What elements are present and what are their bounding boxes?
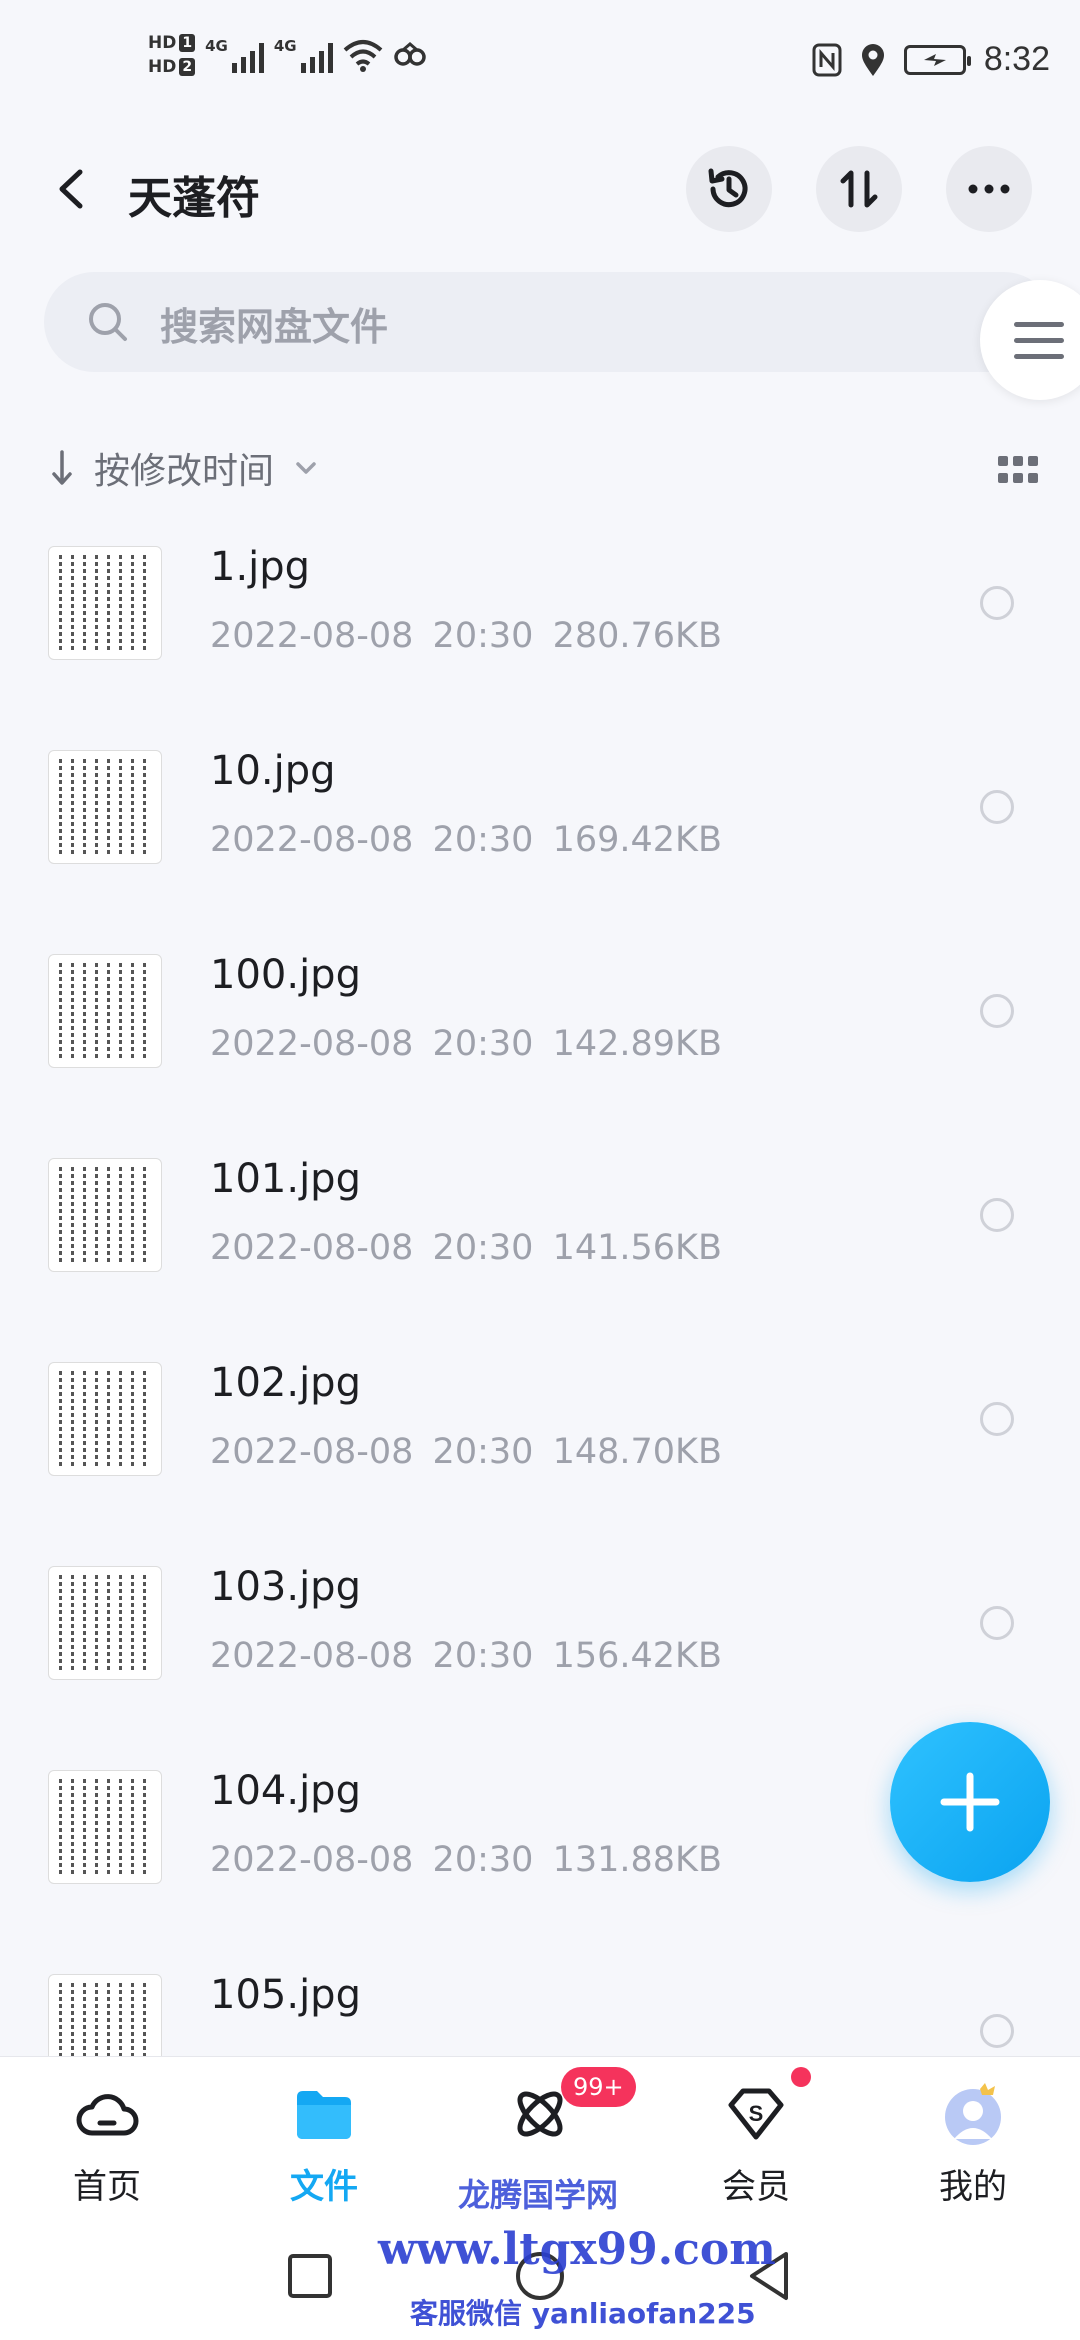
nav-files[interactable]: 文件 — [249, 2081, 399, 2221]
file-name: 102.jpg — [210, 1360, 361, 1406]
cloud-icon — [76, 2094, 139, 2136]
avatar-icon — [945, 2083, 1001, 2145]
nav-vip[interactable]: S 会员 — [681, 2067, 831, 2221]
grid-view-toggle-icon[interactable] — [998, 456, 1038, 484]
recents-icon[interactable] — [286, 2252, 334, 2300]
file-thumbnail — [48, 546, 162, 660]
file-name: 103.jpg — [210, 1564, 361, 1610]
file-meta: 2022-08-08 20:30 156.42KB — [210, 1636, 722, 1676]
file-meta: 2022-08-08 20:30 148.70KB — [210, 1432, 722, 1472]
file-name: 105.jpg — [210, 1972, 361, 2018]
file-name: 10.jpg — [210, 748, 336, 794]
file-thumbnail — [48, 1362, 162, 1476]
add-button[interactable] — [890, 1722, 1050, 1882]
more-icon — [968, 184, 1010, 194]
file-thumbnail — [48, 1770, 162, 1884]
nav-label: 首页 — [73, 2167, 141, 2207]
file-row[interactable]: 100.jpg 2022-08-08 20:30 142.89KB — [0, 938, 1080, 1142]
hd-indicators: HD 1 HD 2 — [148, 34, 196, 76]
file-thumbnail — [48, 954, 162, 1068]
file-meta: 2022-08-08 20:30 280.76KB — [210, 616, 722, 656]
more-button[interactable] — [946, 146, 1032, 232]
file-row[interactable]: 101.jpg 2022-08-08 20:30 141.56KB — [0, 1142, 1080, 1346]
select-radio[interactable] — [980, 2014, 1014, 2048]
file-thumbnail — [48, 1158, 162, 1272]
file-meta: 2022-08-08 20:30 131.88KB — [210, 1840, 722, 1880]
sort-label: 按修改时间 — [94, 451, 275, 492]
file-thumbnail — [48, 1566, 162, 1680]
folder-icon — [297, 2091, 351, 2139]
file-row[interactable]: 105.jpg — [0, 1958, 1080, 2056]
chevron-down-icon — [296, 462, 316, 474]
plus-icon — [940, 1772, 1000, 1832]
watermark-url: www.ltgx99.com — [378, 2224, 776, 2275]
file-meta: 2022-08-08 20:30 141.56KB — [210, 1228, 722, 1268]
file-row[interactable]: 102.jpg 2022-08-08 20:30 148.70KB — [0, 1346, 1080, 1550]
nav-home[interactable]: 首页 — [32, 2081, 182, 2221]
hd-2-indicator: HD 2 — [148, 58, 196, 76]
hd-1-indicator: HD 1 — [148, 34, 196, 52]
file-name: 104.jpg — [210, 1768, 361, 1814]
file-thumbnail — [48, 750, 162, 864]
file-row[interactable]: 1.jpg 2022-08-08 20:30 280.76KB — [0, 530, 1080, 734]
select-radio[interactable] — [980, 1198, 1014, 1232]
history-button[interactable] — [686, 146, 772, 232]
nav-profile[interactable]: 我的 — [898, 2081, 1048, 2221]
red-dot-indicator — [791, 2067, 811, 2087]
history-icon — [708, 168, 748, 208]
watermark-site-name: 龙腾国学网 — [458, 2176, 619, 2214]
select-radio[interactable] — [980, 586, 1014, 620]
back-arrow-icon[interactable] — [48, 164, 98, 214]
wifi-icon — [343, 40, 382, 72]
search-icon — [89, 303, 127, 341]
sort-selector[interactable]: 按修改时间 — [50, 440, 324, 496]
signal-1-icon: 4G — [205, 37, 264, 73]
select-radio[interactable] — [980, 1402, 1014, 1436]
notification-badge: 99+ — [561, 2067, 636, 2107]
nav-label: 会员 — [722, 2167, 790, 2207]
file-row[interactable]: 10.jpg 2022-08-08 20:30 169.42KB — [0, 734, 1080, 938]
file-name: 101.jpg — [210, 1156, 361, 1202]
status-right: 8:32 — [812, 40, 1050, 79]
swap-vertical-icon — [840, 170, 878, 208]
file-name: 100.jpg — [210, 952, 361, 998]
clock: 8:32 — [983, 40, 1050, 78]
file-meta: 2022-08-08 20:30 169.42KB — [210, 820, 722, 860]
file-thumbnail — [48, 1974, 162, 2056]
location-icon — [861, 43, 884, 76]
search-input[interactable]: 搜索网盘文件 — [44, 272, 1054, 372]
nav-label: 文件 — [290, 2167, 358, 2207]
file-row[interactable]: 103.jpg 2022-08-08 20:30 156.42KB — [0, 1550, 1080, 1754]
select-radio[interactable] — [980, 1606, 1014, 1640]
status-bar: HD 1 HD 2 4G 4G 8:32 — [0, 0, 1080, 130]
arrow-down-icon — [52, 450, 72, 485]
select-radio[interactable] — [980, 994, 1014, 1028]
nfc-icon — [812, 43, 842, 76]
battery-icon — [903, 44, 971, 75]
svg-text:S: S — [749, 2101, 764, 2126]
link-icon — [393, 42, 426, 66]
file-name: 1.jpg — [210, 544, 311, 590]
signal-2-icon: 4G — [274, 37, 333, 73]
nav-label: 我的 — [939, 2167, 1007, 2207]
transfer-button[interactable] — [816, 146, 902, 232]
header: 天蓬符 — [0, 140, 1080, 240]
file-meta: 2022-08-08 20:30 142.89KB — [210, 1024, 722, 1064]
page-title: 天蓬符 — [128, 173, 260, 224]
status-left: HD 1 HD 2 4G 4G — [148, 34, 427, 76]
select-radio[interactable] — [980, 790, 1014, 824]
watermark-contact: 客服微信 yanliaofan225 — [410, 2297, 756, 2330]
vip-diamond-icon: S — [728, 2088, 784, 2140]
search-placeholder: 搜索网盘文件 — [160, 305, 389, 349]
